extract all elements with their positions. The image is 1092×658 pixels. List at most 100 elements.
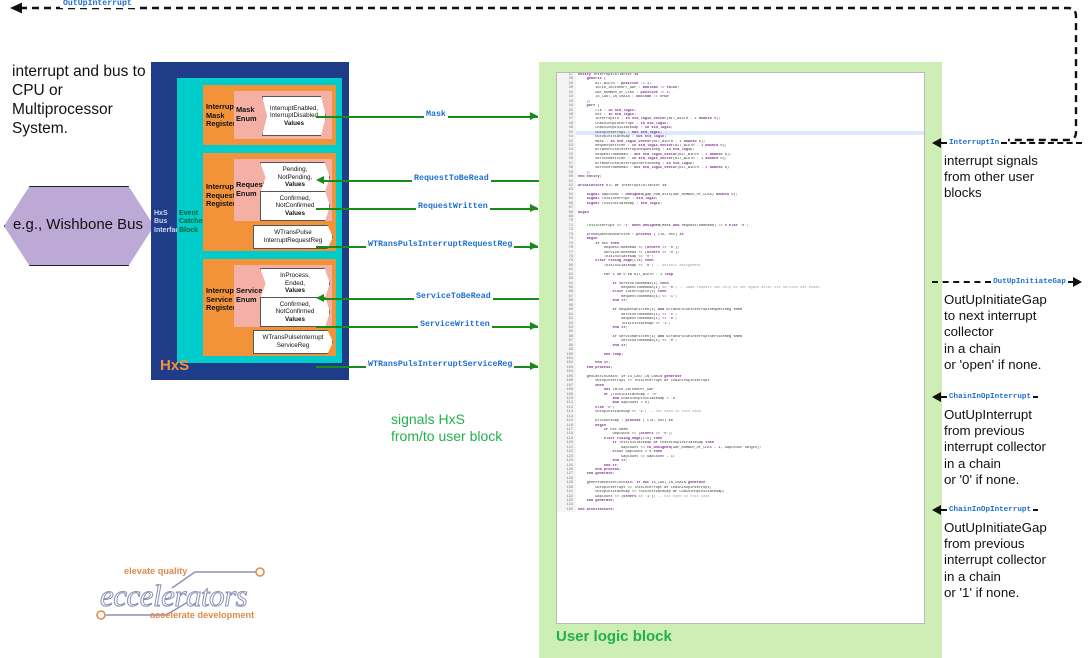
annotation-chaininopinterrupt-gap-prev-head: ChainInOpInterrupt (932, 504, 1082, 516)
code-line-text: architecture RTL of InterruptCollector i… (578, 183, 667, 188)
signal-mask-label: Mask (424, 110, 448, 119)
code-line-text: end if; (612, 299, 628, 304)
code-line: 100 end loop; (557, 352, 924, 358)
code-line-text: for i in 0 to BIT_WIDTH - 1 loop (603, 272, 673, 277)
code-line: 60 end entity; (557, 175, 924, 180)
code-line: 133 end generate; (557, 499, 924, 504)
dash-segment (1033, 509, 1039, 511)
arrow-left-icon (932, 138, 941, 148)
signals-note: signals HxS from/to user block (391, 411, 503, 444)
signal-wtranspuls-interrupt-request-reg: WTRansPulsInterruptRequestReg (316, 240, 546, 254)
service-pulse-1: ServiceReg (276, 342, 310, 349)
annotation-chaininopinterrupt-prev-signal: ChainInOpInterrupt (949, 393, 1032, 401)
code-line: 71 ThisInterrupt <= '1' when unsigned(Ma… (557, 223, 924, 229)
annotation-interrupt-in: InterruptIn interrupt signals from other… (932, 137, 1082, 202)
annotation-chaininopinterrupt-prev-text: OutUpInterrupt from previous interrupt c… (944, 407, 1046, 487)
logo-tagline-bottom: accelerate development (150, 610, 255, 620)
dash-segment (932, 281, 992, 283)
signal-service-written-label: ServiceWritten (418, 320, 492, 329)
service-value-b0: Confirmed, (279, 300, 311, 308)
code-line: 98 end if; (557, 343, 924, 349)
signal-mask: Mask (316, 110, 546, 124)
code-line-text: end if; (612, 325, 628, 330)
service-value-b1: NotConfirmed (275, 308, 315, 316)
code-line: 68 begin (557, 210, 924, 216)
code-line: 80 ThisInitiateGap <= '0'; -- default as… (557, 263, 924, 269)
annotation-interrupt-in-text: interrupt signals from other user blocks (944, 153, 1038, 201)
interrupt-service-register-group: Interrupt Service Register Service Enum … (203, 259, 336, 356)
signal-request-to-be-read-label: RequestToBeRead (412, 174, 491, 183)
outupinterrupt-label: OutUpInterrupt (60, 0, 135, 8)
request-value-a0: Pending, (282, 166, 308, 174)
code-line-text: end generate; (586, 499, 615, 503)
code-line-number: 135 (557, 507, 576, 513)
code-line-text: signal ThisInitiateGap : std_logic; (586, 201, 663, 206)
service-pulse-0: WTransPulseInterrupt (262, 334, 324, 342)
code-line: 135 end architecture; (557, 507, 924, 513)
arrow-right-icon (1073, 277, 1082, 287)
code-line: 82 for i in 0 to BIT_WIDTH - 1 loop (557, 272, 924, 278)
code-line-text: end if; (612, 343, 628, 348)
event-catcher-label: Event Catcher Block (179, 210, 206, 234)
cpu-bus-note: interrupt and bus to CPU or Multiprocess… (12, 63, 146, 137)
request-value-b0: Confirmed, (279, 194, 311, 202)
code-line: 113 OutUpInitiateGap <= '1'; -- not used… (557, 410, 924, 415)
service-value-a0: InProcess, (280, 272, 310, 280)
interrupt-request-register-label: Interrupt Request Register (206, 182, 237, 209)
dash-segment (1033, 396, 1039, 398)
eccelerators-logo: elevate quality eccelerators accelerate … (88, 562, 273, 624)
mask-value-1: InterruptDisabled (270, 112, 318, 120)
code-line: 88 end if; (557, 299, 924, 304)
service-value-a2: Values (285, 287, 305, 295)
code-line-text: end generate; (586, 472, 615, 477)
annotation-chaininopinterrupt-gap-prev: ChainInOpInterrupt OutUpInitiateGap from… (932, 504, 1082, 601)
signal-request-written-label: RequestWritten (416, 202, 490, 211)
annotation-chaininopinterrupt-gap-prev-signal: ChainInOpInterrupt (949, 506, 1032, 514)
code-line: 62 architecture RTL of InterruptCollector… (557, 183, 924, 189)
request-value-a1: NotPending, (277, 173, 313, 181)
code-lines-container: 37 entity InterruptCollector is 38 generic… (557, 73, 924, 623)
arrow-left-icon (932, 505, 941, 515)
service-value-b2: Values (285, 315, 305, 323)
code-line: 94 end if; (557, 325, 924, 331)
service-value-a1: Ended, (285, 279, 305, 287)
mask-enum-label: Mask Enum (236, 105, 257, 123)
arrow-left-icon (932, 392, 941, 402)
bus-label: e.g., Wishbone Bus (12, 216, 144, 233)
request-value-b2: Values (285, 209, 305, 217)
logo-tagline-top: elevate quality (124, 566, 188, 576)
signal-wtranspuls-interrupt-service-reg: WTRansPulsInterruptServiceReg (316, 360, 546, 374)
wishbone-bus-shape: e.g., Wishbone Bus (4, 186, 154, 266)
annotation-interrupt-in-signal: InterruptIn (949, 139, 1000, 147)
user-logic-block-label: User logic block (556, 628, 672, 645)
code-line: 103 end process; (557, 365, 924, 371)
vhdl-code-panel[interactable]: 37 entity InterruptCollector is 38 generic… (556, 72, 925, 624)
request-pulse-1: InterruptRequestReg (263, 237, 323, 244)
request-enum-label: Request Enum (236, 180, 266, 198)
dash-segment (1001, 142, 1082, 144)
signal-wtranspuls-interrupt-request-reg-label: WTRansPulsInterruptRequestReg (366, 240, 515, 249)
mask-value-0: InterruptEnabled, (269, 104, 319, 112)
signal-service-to-be-read-label: ServiceToBeRead (414, 292, 493, 301)
signal-service-written: ServiceWritten (316, 320, 546, 334)
annotation-outupinitiategap-next-text: OutUpInitiateGap to next interrupt colle… (944, 292, 1047, 372)
code-line-text: begin (578, 210, 589, 215)
signal-request-written: RequestWritten (316, 202, 546, 216)
mask-value-2: Values (284, 119, 304, 127)
code-line-text: end process; (586, 365, 613, 370)
annotation-chaininopinterrupt-prev: ChainInOpInterrupt OutUpInterrupt from p… (932, 391, 1082, 488)
code-line-text: ThisInitiateGap <= '0'; -- default assig… (578, 263, 701, 268)
signal-service-to-be-read: ServiceToBeRead (316, 292, 546, 306)
interrupt-service-register-label: Interrupt Service Register (206, 286, 237, 313)
code-line-text: end architecture; (578, 507, 615, 512)
code-line-text: end entity; (578, 175, 602, 180)
request-value-a2: Values (285, 181, 305, 189)
annotation-outupinitiategap-next-signal: OutUpInitiateGap (993, 278, 1066, 286)
annotation-chaininopinterrupt-prev-head: ChainInOpInterrupt (932, 391, 1082, 403)
code-line-text: end loop; (603, 352, 624, 357)
service-enum-label: Service Enum (236, 286, 263, 304)
signal-request-to-be-read: RequestToBeRead (316, 174, 546, 188)
request-value-b1: NotConfirmed (275, 202, 315, 210)
annotation-outupinitiategap-next-head: OutUpInitiateGap (932, 276, 1082, 288)
code-line-text: OutUpInitiateGap <= '1'; -- not used in … (578, 410, 701, 415)
